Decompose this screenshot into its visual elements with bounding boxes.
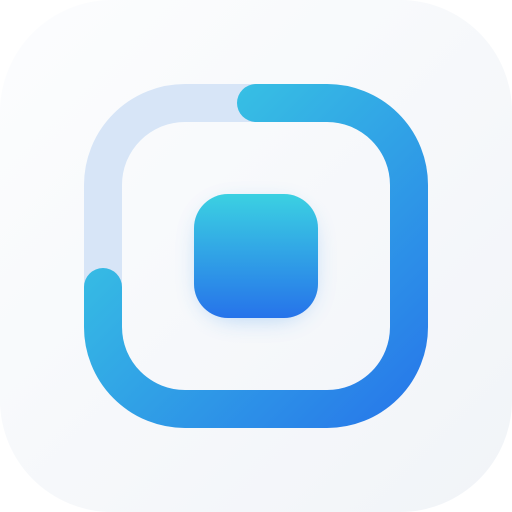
app-icon	[0, 0, 512, 512]
center-square	[194, 194, 318, 318]
app-icon-graphic	[0, 0, 512, 512]
